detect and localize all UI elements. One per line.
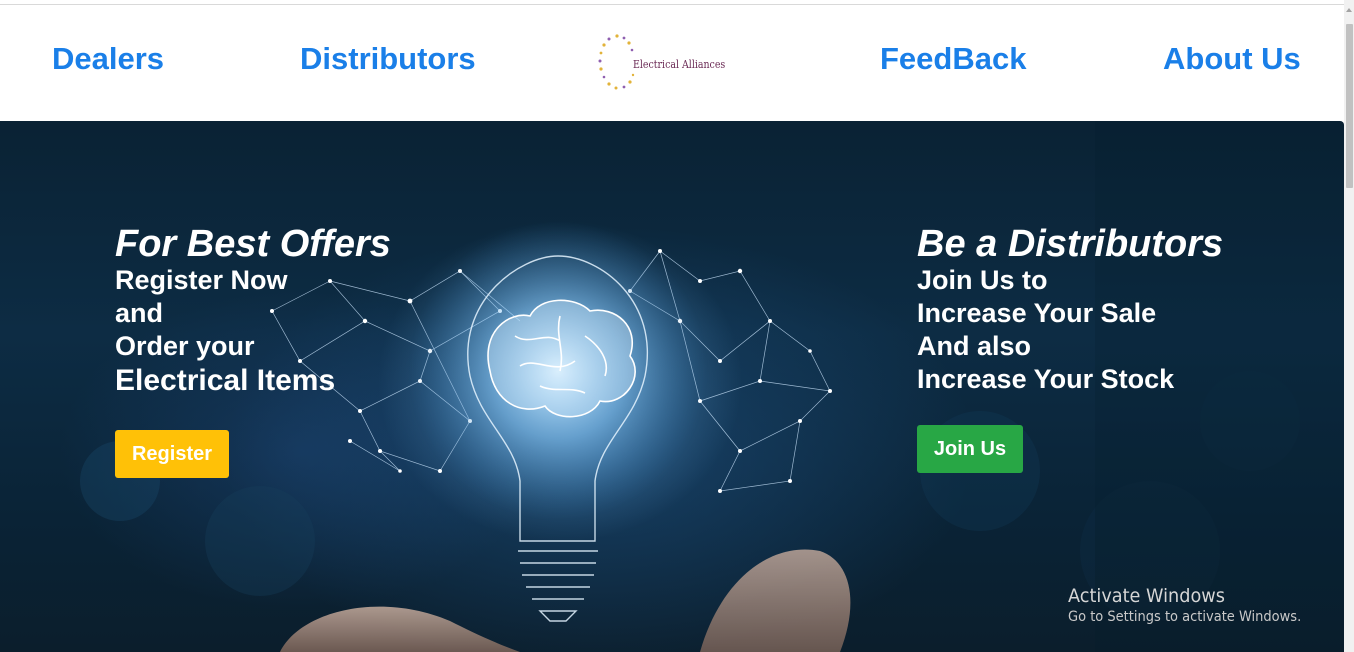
electrical-alliances-logo[interactable]: Electrical Alliances: [597, 30, 745, 96]
nav-link-dealers[interactable]: Dealers: [52, 43, 164, 74]
logo-ring-icon: [598, 34, 635, 90]
hero-banner: For Best Offers Register Now and Order y…: [0, 121, 1344, 652]
logo-text: Electrical Alliances: [633, 57, 726, 71]
scrollbar-thumb[interactable]: [1346, 24, 1353, 188]
register-button[interactable]: Register: [115, 430, 229, 478]
offer-title: For Best Offers: [115, 223, 391, 265]
brain-icon: [487, 299, 636, 418]
offer-line-1: Register Now: [115, 265, 288, 295]
activate-windows-watermark: Activate Windows Go to Settings to activ…: [1068, 585, 1319, 627]
scroll-up-arrow-icon[interactable]: [1346, 8, 1352, 12]
distributor-line-3: And also: [917, 331, 1032, 361]
offer-line-3: Order your: [115, 331, 255, 361]
left-hand: [280, 606, 520, 652]
distributor-title: Be a Distributors: [917, 223, 1224, 265]
offer-line-2: and: [115, 298, 164, 328]
distributor-line-2: Increase Your Sale: [917, 298, 1157, 328]
offer-line-4: Electrical Items: [115, 364, 336, 397]
navbar: Dealers Distributors Electrical Alliance…: [0, 5, 1344, 121]
join-us-button[interactable]: Join Us: [917, 425, 1023, 473]
nav-link-feedback[interactable]: FeedBack: [880, 43, 1026, 74]
distributor-line-1: Join Us to: [917, 265, 1048, 295]
distributor-section: Be a Distributors Join Us to Increase Yo…: [917, 224, 1223, 396]
offer-section: For Best Offers Register Now and Order y…: [115, 224, 391, 399]
activate-windows-subtitle: Go to Settings to activate Windows.: [1068, 609, 1302, 625]
nav-link-about-us[interactable]: About Us: [1163, 43, 1301, 74]
nav-link-distributors[interactable]: Distributors: [300, 43, 476, 74]
activate-windows-title: Activate Windows: [1068, 585, 1225, 607]
right-hand: [700, 549, 851, 652]
distributor-line-4: Increase Your Stock: [917, 364, 1175, 394]
